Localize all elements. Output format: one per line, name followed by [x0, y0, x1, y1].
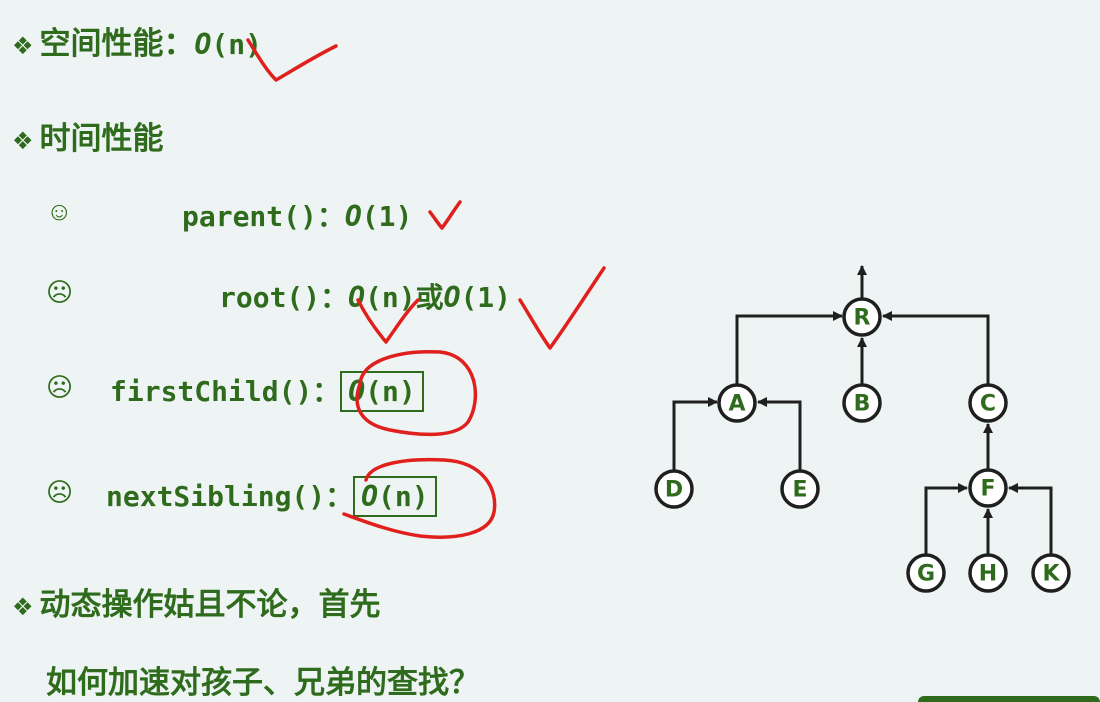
tree-node-h: H — [968, 553, 1008, 593]
checkmark-space — [246, 38, 338, 82]
node-label: F — [980, 477, 995, 502]
edge-k-f — [1008, 483, 1053, 555]
circle-first-child — [355, 350, 478, 437]
node-label: G — [917, 562, 935, 587]
tree-node-d: D — [654, 469, 694, 509]
corner-tab — [918, 696, 1100, 702]
checkmark-root-1 — [518, 266, 606, 350]
node-label: H — [979, 562, 997, 587]
node-label: K — [1042, 562, 1060, 587]
tree-node-e: E — [780, 469, 820, 509]
tree-node-b: B — [842, 383, 882, 423]
tree-node-c: C — [968, 383, 1008, 423]
circle-next-sibling — [342, 457, 497, 539]
node-label: A — [728, 392, 745, 417]
checkmark-root-n — [356, 298, 420, 344]
edge-g-f — [924, 483, 968, 555]
edge-c-r — [882, 311, 990, 385]
node-label: D — [665, 478, 683, 503]
edge-d-a — [672, 397, 718, 471]
tree-node-f: F — [968, 468, 1008, 508]
tree-node-g: G — [906, 553, 946, 593]
node-label: C — [980, 392, 996, 417]
tree-diagram: R A B C D E F G H K — [246, 38, 1071, 593]
node-label: R — [854, 306, 871, 331]
checkmark-parent — [428, 200, 462, 230]
edge-a-r — [735, 311, 843, 385]
tree-node-a: A — [717, 383, 757, 423]
node-label: E — [792, 478, 807, 503]
tree-node-k: K — [1031, 553, 1071, 593]
tree-node-r: R — [842, 297, 882, 337]
edge-e-a — [757, 397, 802, 471]
node-label: B — [854, 392, 871, 417]
